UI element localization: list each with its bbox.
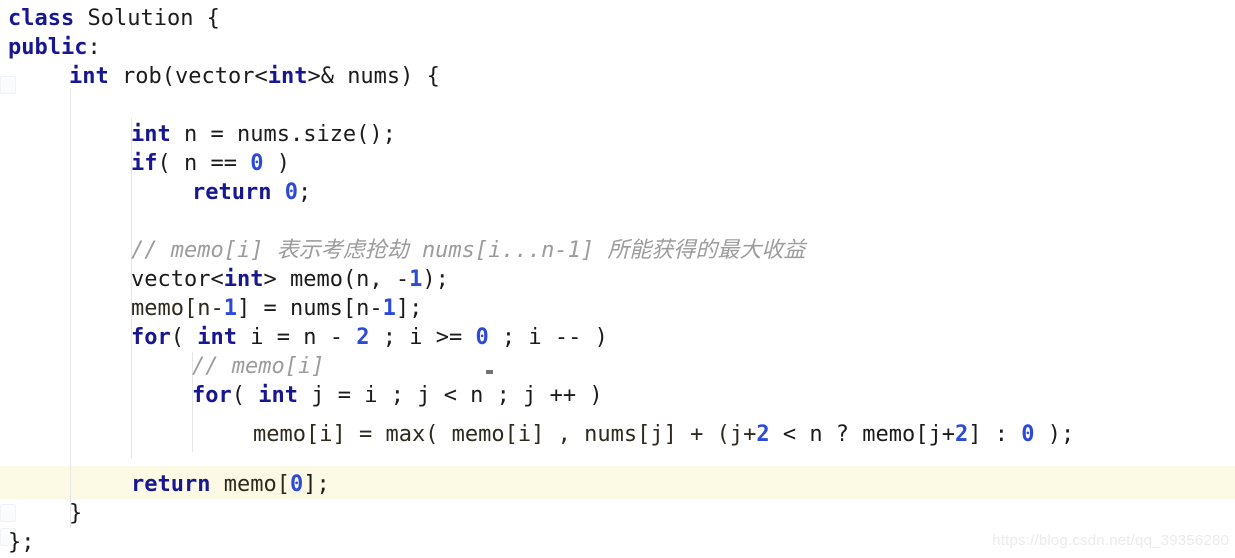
code-line-9-comment: // memo[i] 表示考虑抢劫 nums[i...n-1] 所能获得的最大收… — [131, 238, 806, 263]
token-line12-b: i = n - — [237, 325, 357, 350]
token-keyword-int: int — [131, 122, 171, 147]
token-keyword-return: return — [192, 180, 272, 205]
code-line-15[interactable]: memo[i] = max( memo[i] , nums[j] + (j+2 … — [253, 420, 1074, 450]
token-line7-semicolon: ; — [297, 180, 312, 205]
token-number-one: 1 — [409, 267, 423, 292]
token-line7-space — [271, 180, 284, 205]
token-line11-c: ]; — [395, 296, 423, 321]
token-line14-b: j = i ; j < n ; j ++ ) — [298, 383, 603, 408]
token-keyword-int: int — [69, 64, 109, 89]
code-line-13-comment: // memo[i] — [192, 354, 325, 379]
token-number-zero: 0 — [1021, 422, 1035, 447]
token-number-two: 2 — [756, 422, 770, 447]
token-line12-d: ; i -- ) — [488, 325, 608, 350]
code-line-1[interactable]: class Solution { — [8, 4, 220, 34]
token-line10-c: ); — [422, 267, 449, 292]
token-keyword-int: int — [197, 325, 237, 350]
code-line-6[interactable]: if( n == 0 ) — [131, 149, 290, 179]
code-line-3[interactable]: int rob(vector<int>& nums) { — [69, 62, 440, 92]
token-line12-c: ; i >= — [369, 325, 476, 350]
token-number-zero: 0 — [475, 325, 489, 350]
token-keyword-if: if — [131, 151, 158, 176]
token-line10-b: > memo(n, - — [263, 267, 410, 292]
token-number-one: 1 — [223, 296, 237, 321]
token-line14-a: ( — [231, 383, 259, 408]
code-line-2[interactable]: public: — [8, 33, 101, 63]
token-number-two: 2 — [356, 325, 370, 350]
gutter-artifact — [0, 504, 16, 522]
code-line-5[interactable]: int n = nums.size(); — [131, 120, 396, 150]
token-line15-c: ] : — [968, 422, 1022, 447]
gutter-artifact — [0, 76, 16, 94]
token-line10-a: vector< — [131, 267, 224, 292]
code-line-17[interactable]: return memo[0]; — [131, 470, 330, 500]
token-line11-a: memo[n- — [131, 296, 224, 321]
token-line3-a: rob(vector< — [108, 64, 268, 89]
token-line15-a: memo[i] = max( memo[i] , nums[j] + (j+ — [253, 422, 757, 447]
token-keyword-int-template: int — [267, 64, 308, 89]
token-number-two: 2 — [955, 422, 969, 447]
token-line17-b: ]; — [303, 472, 330, 497]
code-line-12[interactable]: for( int i = n - 2 ; i >= 0 ; i -- ) — [131, 323, 608, 353]
token-number-one: 1 — [382, 296, 396, 321]
token-keyword-class: class — [8, 6, 75, 31]
code-line-14[interactable]: for( int j = i ; j < n ; j ++ ) — [192, 381, 603, 411]
code-editor[interactable]: class Solution { public: int rob(vector<… — [0, 0, 1235, 555]
token-line3-b: >& nums) { — [307, 64, 440, 89]
token-line15-b: < n ? memo[j+ — [769, 422, 956, 447]
token-keyword-int: int — [258, 383, 298, 408]
token-line17-a: memo[ — [210, 472, 290, 497]
token-line2-rest: : — [87, 35, 101, 60]
token-line6-a: ( n == — [157, 151, 251, 176]
text-cursor — [486, 370, 493, 374]
token-line6-b: ) — [263, 151, 290, 176]
token-keyword-return: return — [131, 472, 211, 497]
code-line-7[interactable]: return 0; — [192, 178, 311, 208]
code-line-10[interactable]: vector<int> memo(n, -1); — [131, 265, 449, 295]
code-line-11[interactable]: memo[n-1] = nums[n-1]; — [131, 294, 422, 324]
token-line15-d: ); — [1034, 422, 1075, 447]
token-keyword-for: for — [131, 325, 171, 350]
code-line-18[interactable]: } — [69, 499, 82, 529]
token-number-zero: 0 — [250, 151, 264, 176]
code-line-19[interactable]: }; — [8, 528, 35, 558]
token-keyword-public: public — [8, 35, 88, 60]
token-keyword-for: for — [192, 383, 232, 408]
token-number-zero: 0 — [289, 472, 304, 497]
watermark-url: https://blog.csdn.net/qq_39356280 — [992, 532, 1229, 549]
token-number-zero: 0 — [284, 180, 298, 205]
token-line11-b: ] = nums[n- — [236, 296, 383, 321]
token-line5-rest: n = nums.size(); — [170, 122, 396, 147]
token-line1-rest: Solution { — [74, 6, 220, 31]
token-line12-a: ( — [170, 325, 198, 350]
indent-guide-level-1 — [70, 88, 71, 528]
token-keyword-int: int — [223, 267, 264, 292]
